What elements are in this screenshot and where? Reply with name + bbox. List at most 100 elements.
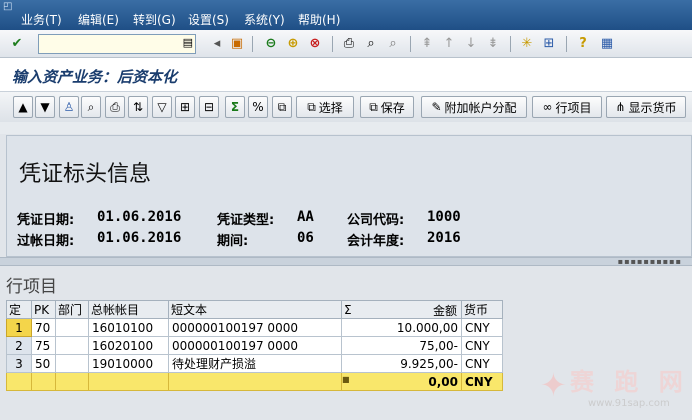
- move-up-button[interactable]: ▲: [13, 96, 33, 118]
- first-page-icon[interactable]: ⇞: [418, 35, 436, 53]
- sum-icon: Σ: [230, 100, 240, 114]
- splitter-grip-icon: ▪▪▪▪▪▪▪▪▪▪: [617, 257, 682, 266]
- cell-dept[interactable]: [55, 318, 89, 337]
- command-input[interactable]: [39, 35, 177, 53]
- cell-amount[interactable]: 75,00-: [341, 336, 462, 355]
- cell-amount[interactable]: 9.925,00-: [341, 354, 462, 373]
- window-menu-icon[interactable]: ◰: [3, 2, 15, 12]
- print-icon[interactable]: ⎙: [340, 35, 358, 53]
- row-number[interactable]: 3: [6, 354, 32, 373]
- cell-dept[interactable]: [55, 336, 89, 355]
- cell-currency[interactable]: CNY: [461, 354, 503, 373]
- cell-dept[interactable]: [55, 354, 89, 373]
- cell-currency[interactable]: CNY: [461, 318, 503, 337]
- save-disk-icon[interactable]: ▣: [228, 35, 246, 53]
- help-icon[interactable]: ?: [574, 35, 592, 53]
- zoom-button[interactable]: ⌕: [81, 96, 101, 118]
- menu-goto[interactable]: 转到(G): [133, 12, 176, 28]
- fiscal-year-value: 2016: [427, 230, 461, 246]
- exit-icon[interactable]: ⊕: [284, 35, 302, 53]
- enter-check-icon[interactable]: ✔: [8, 35, 26, 53]
- col-header-currency[interactable]: 货币: [461, 300, 503, 319]
- command-history-icon[interactable]: ▤: [183, 36, 193, 49]
- previous-page-icon[interactable]: ↑: [440, 35, 458, 53]
- cell-currency[interactable]: CNY: [461, 336, 503, 355]
- row-number[interactable]: 2: [6, 336, 32, 355]
- insert-row-button[interactable]: ⊞: [175, 96, 195, 118]
- col-header-sigma: Σ: [344, 302, 352, 317]
- table-row[interactable]: 2 75 16020100 000000100197 0000 75,00- C…: [6, 336, 503, 355]
- detail-button[interactable]: ♙: [59, 96, 79, 118]
- application-toolbar: ▲ ▼ ♙ ⌕ ⎙ ⇅ ▽ ⊞ ⊟ Σ % ⧉ ⧉ 选择 ⧉ 保存 ✎ 附加帐户分配 …: [0, 92, 692, 122]
- find-next-icon[interactable]: ⌕: [384, 35, 402, 53]
- col-header-pk[interactable]: PK: [31, 300, 56, 319]
- triangle-up-icon: ▲: [18, 100, 28, 114]
- cell-pk[interactable]: 50: [31, 354, 56, 373]
- cancel-icon[interactable]: ⊗: [306, 35, 324, 53]
- cell-pk[interactable]: 70: [31, 318, 56, 337]
- cell-amount[interactable]: 10.000,00: [341, 318, 462, 337]
- cell-short-text[interactable]: 000000100197 0000: [168, 336, 342, 355]
- copy-icon: ⧉: [277, 99, 287, 114]
- col-header-amount[interactable]: Σ 金额: [341, 300, 462, 319]
- menu-settings[interactable]: 设置(S): [188, 12, 229, 28]
- next-page-icon[interactable]: ↓: [462, 35, 480, 53]
- menu-business[interactable]: 业务(T): [21, 12, 62, 28]
- copy-button[interactable]: ⧉: [272, 96, 292, 118]
- table-header-row: 定 PK 部门 总帐帐目 短文本 Σ 金额 货币: [6, 300, 503, 319]
- find-icon[interactable]: ⌕: [362, 35, 380, 53]
- last-page-icon[interactable]: ⇟: [484, 35, 502, 53]
- select-icon: ⧉: [307, 99, 316, 114]
- select-button[interactable]: ⧉ 选择: [296, 96, 354, 118]
- cell-gl-account[interactable]: 16010100: [88, 318, 169, 337]
- save-button[interactable]: ⧉ 保存: [360, 96, 414, 118]
- col-header-dept[interactable]: 部门: [55, 300, 89, 319]
- col-header-select[interactable]: 定: [6, 300, 32, 319]
- screen-title: 输入资产业务：后资本化: [12, 68, 178, 86]
- filter-button[interactable]: ▽: [152, 96, 172, 118]
- total-row: ■ 0,00 CNY: [6, 372, 503, 391]
- layout-menu-icon[interactable]: ▦: [598, 35, 616, 53]
- cell-short-text[interactable]: 待处理财产损溢: [168, 354, 342, 373]
- collapse-arrow-icon[interactable]: ◂: [208, 35, 226, 53]
- menu-edit[interactable]: 编辑(E): [78, 12, 119, 28]
- sum-button[interactable]: Σ: [225, 96, 245, 118]
- cell-gl-account[interactable]: 19010000: [88, 354, 169, 373]
- menu-bar: ◰ 业务(T) 编辑(E) 转到(G) 设置(S) 系统(Y) 帮助(H): [0, 0, 692, 30]
- cell-pk[interactable]: 75: [31, 336, 56, 355]
- site-watermark: ✦ 赛 跑 网 www.91sap.com: [540, 362, 690, 418]
- save-doc-icon: ⧉: [369, 99, 378, 114]
- back-icon[interactable]: ⊖: [262, 35, 280, 53]
- save-label: 保存: [380, 100, 405, 115]
- panel-splitter[interactable]: ▪▪▪▪▪▪▪▪▪▪: [0, 257, 692, 266]
- table-row[interactable]: 3 50 19010000 待处理财产损溢 9.925,00- CNY: [6, 354, 503, 373]
- display-currency-button[interactable]: ⋔ 显示货币: [606, 96, 686, 118]
- subtotal-button[interactable]: %: [248, 96, 268, 118]
- command-field[interactable]: ▤: [38, 34, 196, 54]
- move-down-button[interactable]: ▼: [35, 96, 55, 118]
- additional-account-assignment-button[interactable]: ✎ 附加帐户分配: [421, 96, 527, 118]
- col-header-gl-account[interactable]: 总帐帐目: [88, 300, 169, 319]
- print-list-button[interactable]: ⎙: [105, 96, 125, 118]
- cell-gl-account[interactable]: 16020100: [88, 336, 169, 355]
- total-amount: 0,00: [428, 374, 458, 389]
- sort-button[interactable]: ⇅: [128, 96, 148, 118]
- subtotal-icon: %: [252, 100, 264, 114]
- delete-row-button[interactable]: ⊟: [199, 96, 219, 118]
- col-header-short-text[interactable]: 短文本: [168, 300, 342, 319]
- total-currency: CNY: [461, 372, 503, 391]
- watermark-url: www.91sap.com: [588, 398, 670, 409]
- header-section-title: 凭证标头信息: [19, 162, 152, 187]
- posting-date-label: 过帐日期:: [17, 234, 75, 249]
- line-items-button[interactable]: ∞ 行项目: [532, 96, 602, 118]
- display-currency-label: 显示货币: [628, 100, 677, 115]
- menu-help[interactable]: 帮助(H): [298, 12, 340, 28]
- create-shortcut-icon[interactable]: ⊞: [540, 35, 558, 53]
- new-session-icon[interactable]: ✳: [518, 35, 536, 53]
- period-label: 期间:: [217, 234, 249, 249]
- row-number[interactable]: 1: [6, 318, 32, 337]
- pencil-icon: ✎: [431, 100, 442, 114]
- table-row[interactable]: 1 70 16010100 000000100197 0000 10.000,0…: [6, 318, 503, 337]
- menu-system[interactable]: 系统(Y): [244, 12, 285, 28]
- cell-short-text[interactable]: 000000100197 0000: [168, 318, 342, 337]
